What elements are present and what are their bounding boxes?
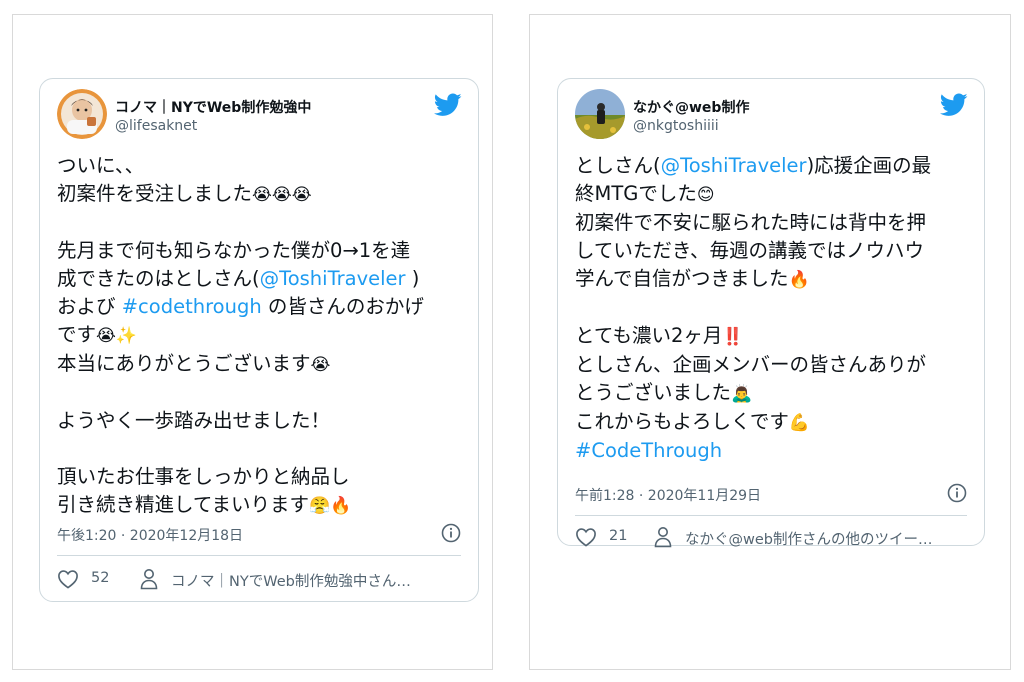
tweet-card[interactable]: なかぐ@web制作 @nkgtoshiiii としさん(@ToshiTravel… [557, 78, 985, 548]
twitter-bird-icon[interactable] [434, 93, 462, 117]
author-avatar[interactable] [575, 89, 625, 139]
text-segment: ) [405, 267, 420, 290]
text-segment: および [57, 295, 122, 318]
text-segment: 引き続き精進してまいります [57, 493, 309, 516]
tweet-text-line: #CodeThrough [575, 437, 965, 465]
text-segment: 頂いたお仕事をしっかりと納品し [57, 465, 350, 488]
embedded-tweet-panel-right: なかぐ@web制作 @nkgtoshiiii としさん(@ToshiTravel… [529, 14, 1011, 670]
embedded-tweet-panel-left: コノマ｜NYでWeb制作勉強中 @lifesaknet ついに、、初案件を受注し… [12, 14, 493, 670]
emoji: ‼️ [722, 327, 744, 347]
hashtag-link[interactable]: #CodeThrough [575, 439, 722, 462]
text-segment: ついに、、 [57, 154, 145, 177]
tweet-text-line [57, 435, 457, 463]
tweet-header: コノマ｜NYでWeb制作勉強中 @lifesaknet [57, 89, 462, 141]
more-tweets-link[interactable]: なかぐ@web制作さんの他のツイー… [685, 528, 969, 549]
tweet-timestamp[interactable]: 午後1:20 · 2020年12月18日 [57, 525, 243, 545]
text-segment: 初案件で不安に駆られた時には背中を押 [575, 211, 927, 234]
text-segment: としさん( [575, 154, 661, 177]
text-segment: 学んで自信がつきました [575, 267, 789, 290]
hashtag-link[interactable]: #codethrough [122, 295, 262, 318]
text-segment: 本当にありがとうございます [57, 352, 311, 375]
tweet-header: なかぐ@web制作 @nkgtoshiiii [575, 89, 968, 141]
emoji: 🔥 [788, 270, 810, 290]
heart-icon[interactable] [575, 527, 597, 547]
tweet-text-line: 学んで自信がつきました🔥 [575, 265, 965, 294]
tweet-text-line [57, 209, 457, 237]
tweet-text-line: としさん、企画メンバーの皆さんありが [575, 351, 965, 379]
author-handle[interactable]: @nkgtoshiiii [633, 118, 719, 134]
text-segment: としさん、企画メンバーの皆さんありが [575, 353, 927, 376]
tweet-text: としさん(@ToshiTraveler)応援企画の最 終MTGでした😊 初案件で不安… [575, 152, 965, 465]
tweet-text-line: 成できたのはとしさん(@ToshiTraveler ) [57, 265, 457, 293]
text-segment: 先月まで何も知らなかった僕が0→1を達 [57, 239, 411, 262]
text-segment: とうございました [575, 381, 732, 404]
divider [57, 555, 461, 556]
tweet-actions: 52 コノマ｜NYでWeb制作勉強中さん… [57, 566, 461, 594]
person-icon[interactable] [653, 526, 673, 548]
text-segment: の皆さんのおかげ [261, 295, 424, 318]
tweet-text-line: これからもよろしくです💪 [575, 408, 965, 437]
tweet-text-line [57, 379, 457, 407]
author-name[interactable]: コノマ｜NYでWeb制作勉強中 [115, 97, 311, 117]
tweet-text-line: 頂いたお仕事をしっかりと納品し [57, 463, 457, 491]
author-name[interactable]: なかぐ@web制作 [633, 97, 749, 117]
tweet-text-line: としさん(@ToshiTraveler)応援企画の最 [575, 152, 965, 180]
tweet-text-line: および #codethrough の皆さんのおかげ [57, 293, 457, 321]
tweet-text-line: ようやく一歩踏み出せました！ [57, 407, 457, 435]
tweet-text-line: 先月まで何も知らなかった僕が0→1を達 [57, 237, 457, 265]
tweet-text-line [575, 294, 965, 322]
text-segment: ようやく一歩踏み出せました！ [57, 409, 331, 432]
tweet-text-line: 本当にありがとうございます😭 [57, 350, 457, 379]
divider [575, 515, 967, 516]
tweet-text-line: とうございました🙇‍♂️ [575, 379, 965, 408]
tweet-text-line: 初案件を受注しました😭😭😭 [57, 180, 457, 209]
tweet-text-line: 終MTGでした😊 [575, 180, 965, 209]
emoji: 😭 [310, 355, 331, 375]
tweet-text-line: 初案件で不安に駆られた時には背中を押 [575, 209, 965, 237]
emoji: 😭😭😭 [252, 185, 312, 205]
emoji: 😊 [696, 185, 715, 205]
author-handle[interactable]: @lifesaknet [115, 118, 197, 134]
emoji: 😭✨ [96, 326, 138, 346]
info-icon[interactable] [947, 483, 967, 503]
mention-link[interactable]: @ToshiTraveler [260, 267, 406, 290]
person-icon[interactable] [139, 568, 159, 590]
tweet-text-line: 引き続き精進してまいります😤🔥 [57, 491, 457, 520]
more-tweets-link[interactable]: コノマ｜NYでWeb制作勉強中さん… [171, 570, 461, 591]
tweet-text-line: していただき、毎週の講義ではノウハウ [575, 237, 965, 265]
text-segment: とても濃い2ヶ月 [575, 324, 723, 347]
emoji: 😤🔥 [308, 496, 352, 516]
tweet-text-line: ついに、、 [57, 152, 457, 180]
text-segment: 終MTGでした [575, 182, 697, 205]
emoji: 💪 [788, 413, 811, 433]
tweet-timestamp[interactable]: 午前1:28 · 2020年11月29日 [575, 485, 761, 505]
heart-icon[interactable] [57, 569, 79, 589]
text-segment: 初案件を受注しました [57, 182, 253, 205]
text-segment: していただき、毎週の講義ではノウハウ [575, 239, 925, 262]
tweet-text-line: です😭✨ [57, 321, 457, 350]
mention-link[interactable]: @ToshiTraveler [661, 154, 807, 177]
emoji: 🙇‍♂️ [731, 384, 753, 404]
tweet-card[interactable]: コノマ｜NYでWeb制作勉強中 @lifesaknet ついに、、初案件を受注し… [39, 78, 479, 602]
info-icon[interactable] [441, 523, 461, 543]
text-segment: これからもよろしくです [575, 410, 789, 433]
like-count[interactable]: 21 [609, 528, 627, 544]
author-avatar[interactable] [57, 89, 107, 139]
text-segment: 成できたのはとしさん( [57, 267, 260, 290]
tweet-actions: 21 なかぐ@web制作さんの他のツイー… [575, 524, 967, 552]
text-segment: )応援企画の最 [806, 154, 932, 177]
tweet-text: ついに、、 初案件を受注しました😭😭😭 先月まで何も知らなかった僕が0→1を達 成でき… [57, 152, 457, 520]
tweet-text-line: とても濃い2ヶ月‼️ [575, 322, 965, 351]
twitter-bird-icon[interactable] [940, 93, 968, 117]
like-count[interactable]: 52 [91, 570, 109, 586]
text-segment: です [57, 323, 97, 346]
